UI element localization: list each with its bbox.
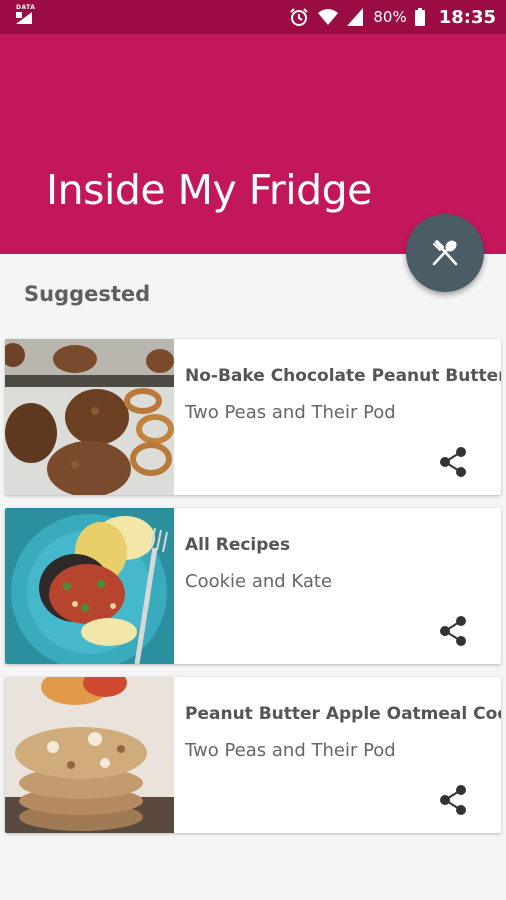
section-title-suggested: Suggested <box>24 282 151 306</box>
recipe-card[interactable]: Peanut Butter Apple Oatmeal Cookie Two P… <box>5 677 501 833</box>
status-bar: DATA 80% 18:35 <box>0 0 506 34</box>
share-icon[interactable] <box>437 445 471 479</box>
data-flag-icon <box>16 12 32 24</box>
battery-percent: 80% <box>373 8 407 26</box>
recipe-source: Cookie and Kate <box>185 571 333 592</box>
recipe-source: Two Peas and Their Pod <box>185 740 396 761</box>
recipe-title: All Recipes <box>185 535 291 555</box>
share-icon[interactable] <box>437 614 471 648</box>
data-label: DATA <box>16 4 36 11</box>
recipe-title: Peanut Butter Apple Oatmeal Cookie <box>185 704 501 724</box>
battery-icon <box>414 8 425 26</box>
recipe-card[interactable]: No-Bake Chocolate Peanut Butter P Two Pe… <box>5 339 501 495</box>
wifi-icon <box>318 9 339 25</box>
recipe-image <box>5 339 174 495</box>
suggest-recipe-button[interactable] <box>406 214 484 292</box>
page-title: Inside My Fridge <box>46 166 372 214</box>
recipe-card[interactable]: All Recipes Cookie and Kate <box>5 508 501 664</box>
alarm-icon <box>290 8 309 26</box>
fork-spoon-icon <box>432 240 458 266</box>
status-icons: 80% 18:35 <box>289 0 496 34</box>
clock: 18:35 <box>438 6 496 28</box>
data-saver-icon: DATA <box>14 4 38 26</box>
signal-icon <box>347 8 364 26</box>
share-icon[interactable] <box>437 783 471 817</box>
recipe-title: No-Bake Chocolate Peanut Butter P <box>185 366 501 386</box>
recipe-source: Two Peas and Their Pod <box>185 402 396 423</box>
recipe-image <box>5 677 174 833</box>
recipe-image <box>5 508 174 664</box>
